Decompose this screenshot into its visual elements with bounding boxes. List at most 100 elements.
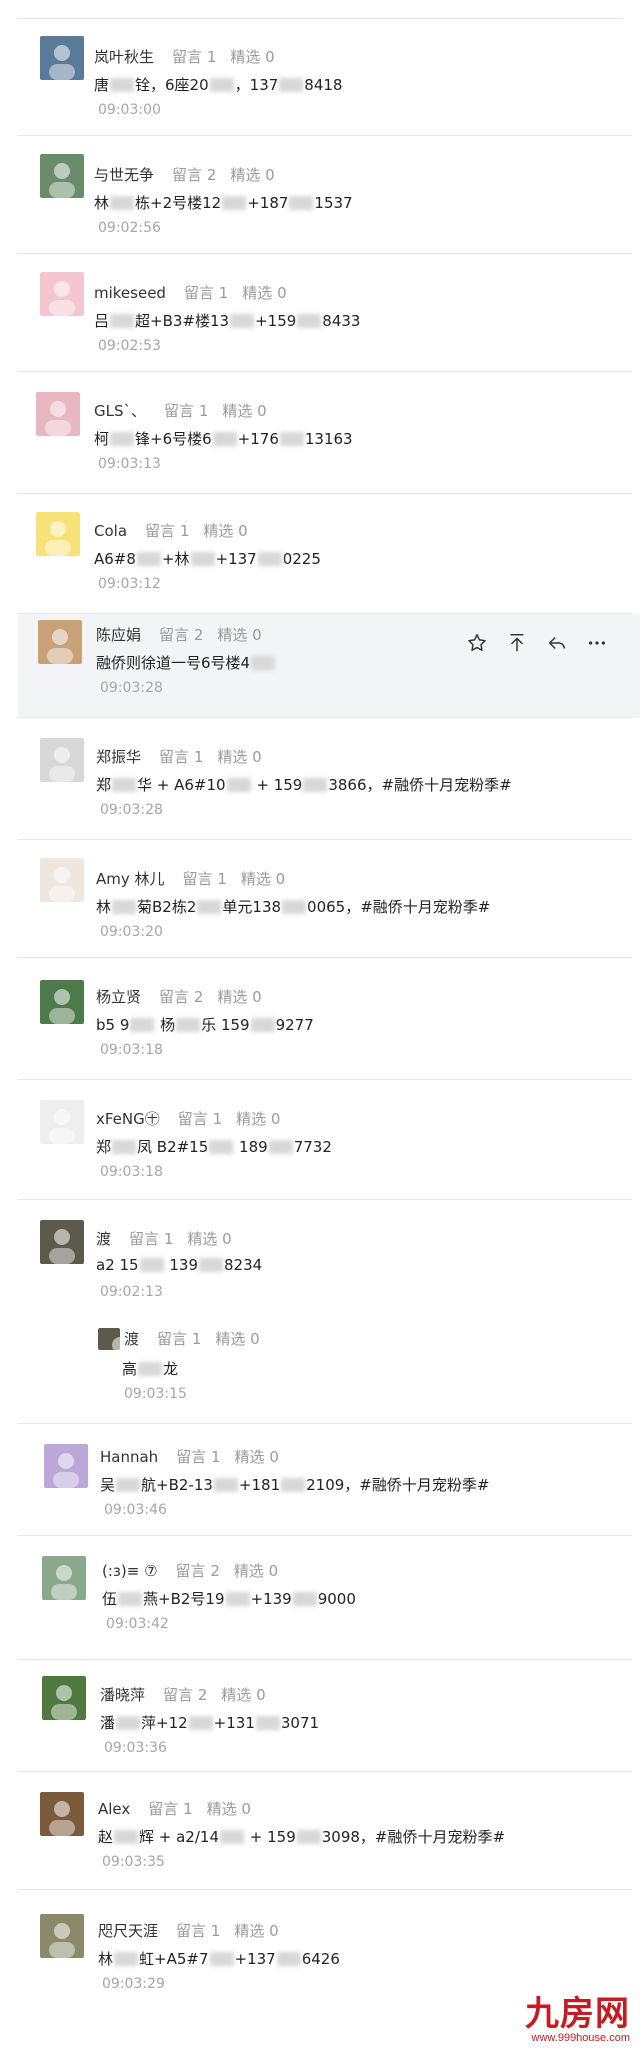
reply-count-label: 留言 1	[178, 1110, 222, 1128]
redacted-text	[282, 900, 307, 914]
star-icon[interactable]	[464, 630, 490, 656]
comment-nickname[interactable]: Amy 林儿	[96, 870, 165, 888]
pick-count-label: 精选 0	[230, 48, 274, 66]
content-text: 8418	[304, 76, 343, 94]
pick-count-label: 精选 0	[230, 166, 274, 184]
content-text: b5 9	[96, 1016, 130, 1034]
redacted-text	[296, 1830, 321, 1844]
reply-count: 2	[210, 1562, 220, 1580]
reply-icon[interactable]	[544, 630, 570, 656]
redacted-text	[255, 1716, 280, 1730]
pin-top-icon[interactable]	[504, 630, 530, 656]
pick-label: 精选	[222, 402, 253, 420]
user-avatar[interactable]	[36, 392, 80, 436]
comment-time: 09:03:12	[98, 576, 161, 592]
content-text: 1537	[314, 194, 353, 212]
reply-count: 2	[206, 166, 217, 184]
user-avatar[interactable]	[40, 738, 84, 782]
comment-nickname[interactable]: Cola	[94, 522, 127, 540]
watermark-sub: www.999house.com	[531, 2032, 630, 2044]
redacted-text	[279, 432, 304, 446]
comment-nickname[interactable]: 郑振华	[96, 748, 141, 766]
redacted-text	[136, 552, 161, 566]
more-icon[interactable]	[584, 630, 610, 656]
reply-avatar[interactable]	[98, 1328, 120, 1350]
comment-nickname[interactable]: xFeNG㊉	[96, 1110, 160, 1128]
comment-nickname[interactable]: mikeseed	[94, 284, 166, 302]
comment-header: 渡留言 1 精选 0	[124, 1328, 260, 1349]
pick-label: 精选	[234, 1448, 265, 1466]
comment-nickname[interactable]: 杨立贤	[96, 988, 141, 1006]
redacted-text	[213, 1478, 238, 1492]
pick-count-label: 精选 0	[235, 1448, 279, 1466]
user-avatar[interactable]	[42, 1556, 86, 1600]
user-avatar[interactable]	[40, 1220, 84, 1264]
comment-nickname[interactable]: 咫尺天涯	[98, 1922, 158, 1940]
comment-content: 林 虹+A5#7 +137 6426	[98, 1948, 340, 1969]
reply-label: 留言	[176, 1922, 207, 1940]
comment-header: Hannah 留言 1 精选 0	[100, 1446, 279, 1467]
comment-nickname[interactable]: 与世无争	[94, 166, 154, 184]
content-text: + 159	[251, 776, 303, 794]
pick-count: 0	[265, 48, 275, 66]
comment-nickname[interactable]: (:з)≡ ⑦	[102, 1562, 158, 1580]
user-avatar[interactable]	[36, 512, 80, 556]
user-avatar[interactable]	[42, 1676, 86, 1720]
reply-count-label: 留言 1	[183, 870, 227, 888]
reply-count: 1	[183, 1800, 193, 1818]
pick-count: 0	[269, 1922, 279, 1940]
pick-count-label: 精选 0	[207, 1800, 251, 1818]
comment-time: 09:03:42	[106, 1616, 169, 1632]
user-avatar[interactable]	[40, 36, 84, 80]
comment-header: 陈应娟 留言 2 精选 0	[96, 624, 262, 645]
redacted-text	[250, 1018, 275, 1032]
comment-nickname[interactable]: Hannah	[100, 1448, 158, 1466]
user-avatar[interactable]	[40, 1792, 84, 1836]
comment-header: 郑振华 留言 1 精选 0	[96, 746, 262, 767]
redacted-text	[303, 778, 328, 792]
reply-count: 2	[197, 1686, 208, 1704]
redacted-text	[281, 1478, 306, 1492]
reply-count-label: 留言 1	[184, 284, 228, 302]
comment-content: 赵 辉 + a2/14 + 159 3098，#融侨十月宠粉季#	[98, 1826, 505, 1847]
user-avatar[interactable]	[40, 858, 84, 902]
comment-time: 09:03:00	[98, 102, 161, 118]
user-avatar[interactable]	[40, 154, 84, 198]
comment-item: 岚叶秋生 留言 1 精选 0 唐 铨，6座20 ，137 8418 09:03:00	[18, 18, 640, 136]
comment-nickname[interactable]: 陈应娟	[96, 626, 141, 644]
reply-count: 1	[191, 1330, 202, 1348]
comment-time: 09:02:13	[100, 1284, 163, 1300]
user-avatar[interactable]	[40, 980, 84, 1024]
comment-header: 岚叶秋生 留言 1 精选 0	[94, 46, 275, 67]
content-text: 0225	[282, 550, 321, 568]
reply-label: 留言	[157, 1330, 188, 1348]
user-avatar[interactable]	[44, 1444, 88, 1488]
comment-nickname[interactable]: 潘晓萍	[100, 1686, 145, 1704]
content-text: 乐 159	[201, 1016, 250, 1034]
content-text: 潘	[100, 1714, 116, 1732]
comment-actions	[464, 630, 610, 656]
pick-count-label: 精选 0	[241, 870, 285, 888]
pick-label: 精选	[221, 1686, 252, 1704]
comment-nickname[interactable]: GLS`、	[94, 402, 146, 420]
content-text: 伍	[102, 1590, 118, 1608]
comment-nickname[interactable]: Alex	[98, 1800, 130, 1818]
user-avatar[interactable]	[38, 620, 82, 664]
user-avatar[interactable]	[40, 1100, 84, 1144]
reply-count-label: 留言 2	[159, 988, 203, 1006]
comment-header: (:з)≡ ⑦ 留言 2 精选 0	[102, 1560, 278, 1581]
user-avatar[interactable]	[40, 272, 84, 316]
pick-label: 精选	[236, 1110, 267, 1128]
comment-item: mikeseed 留言 1 精选 0 吕 超+B3#楼13 +159 8433 09:02:5…	[18, 254, 640, 372]
comment-nickname[interactable]: 渡	[124, 1330, 139, 1348]
comment-time: 09:03:18	[100, 1164, 163, 1180]
pick-label: 精选	[217, 988, 248, 1006]
redacted-text	[292, 1592, 317, 1606]
user-avatar[interactable]	[40, 1914, 84, 1958]
comment-header: 潘晓萍 留言 2 精选 0	[100, 1684, 266, 1705]
pick-count-label: 精选 0	[242, 284, 286, 302]
redacted-text	[209, 78, 234, 92]
comment-nickname[interactable]: 渡	[96, 1230, 111, 1248]
redacted-text	[176, 1018, 201, 1032]
comment-nickname[interactable]: 岚叶秋生	[94, 48, 154, 66]
